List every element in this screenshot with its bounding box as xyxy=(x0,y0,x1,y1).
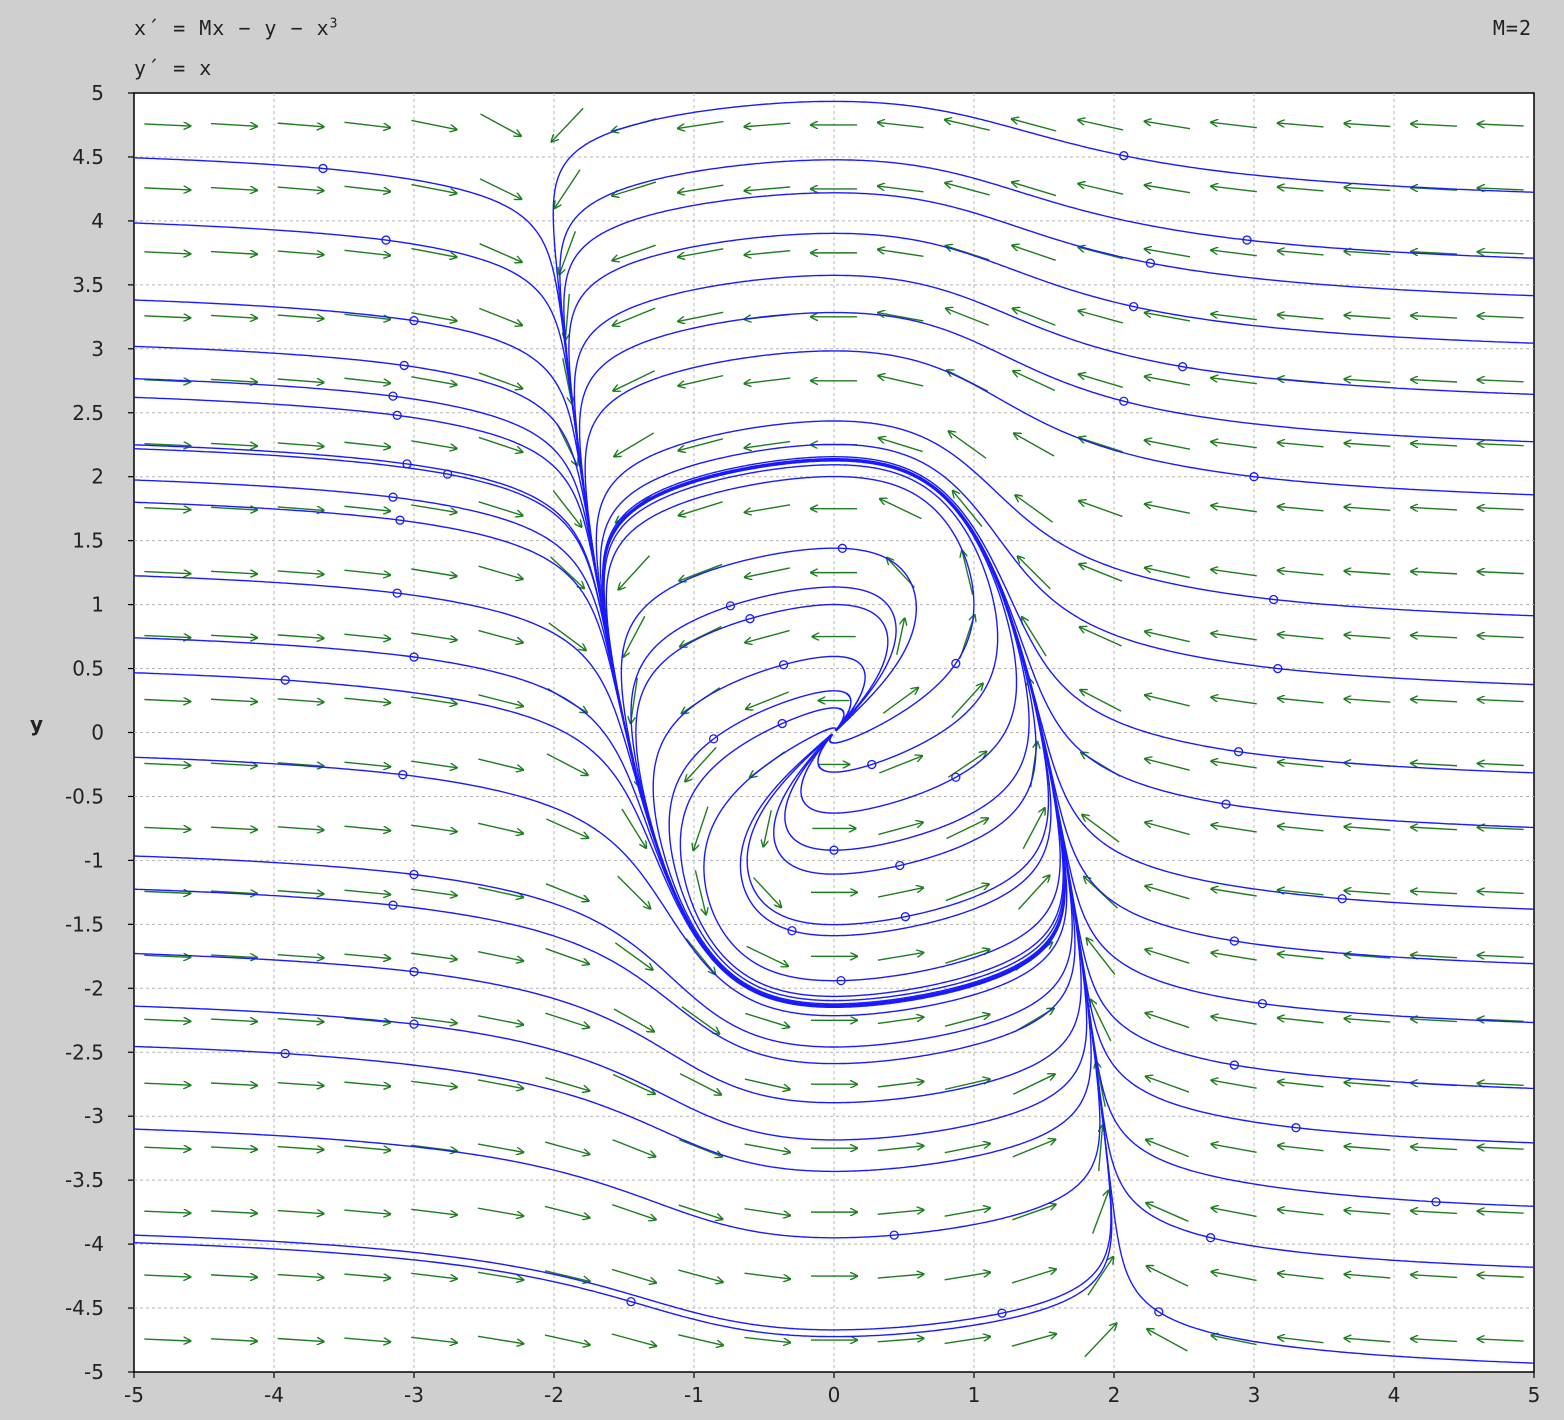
y-tick-label: -3 xyxy=(84,1104,104,1128)
x-tick-label: 3 xyxy=(1248,1383,1261,1407)
y-tick-label: 2 xyxy=(91,465,104,489)
x-tick-label: -1 xyxy=(684,1383,704,1407)
y-tick-label: 2.5 xyxy=(72,401,104,425)
y-tick-label: 4.5 xyxy=(72,145,104,169)
y-tick-label: -3.5 xyxy=(65,1168,104,1192)
phase-plot-window: x´ = Mx − y − x3 y´ = x M=2 y -5 -4 -3 -2 -1… xyxy=(0,0,1564,1420)
x-tick-label: 5 xyxy=(1528,1383,1541,1407)
y-tick-label: 0 xyxy=(91,721,104,745)
y-tick-label: 0.5 xyxy=(72,657,104,681)
x-tick-label: -3 xyxy=(404,1383,424,1407)
x-tick-label: 2 xyxy=(1108,1383,1121,1407)
x-tick-label: 1 xyxy=(968,1383,981,1407)
y-tick-label: -2.5 xyxy=(65,1040,104,1064)
y-tick-label: -4 xyxy=(84,1232,104,1256)
x-tick-label: -5 xyxy=(124,1383,144,1407)
phase-portrait-chart: -5 -4 -3 -2 -1 0 1 2 3 4 5 5 4.5 4 3.5 3 2.5 2 1.5 1 0.5 0 -0… xyxy=(0,0,1564,1420)
y-tick-label: -0.5 xyxy=(65,784,104,808)
x-tick-label: 0 xyxy=(828,1383,841,1407)
y-tick-label: -1.5 xyxy=(65,912,104,936)
x-axis-ticks: -5 -4 -3 -2 -1 0 1 2 3 4 5 xyxy=(124,1372,1540,1407)
y-tick-label: -1 xyxy=(84,848,104,872)
y-tick-label: 5 xyxy=(91,81,104,105)
y-axis-ticks: 5 4.5 4 3.5 3 2.5 2 1.5 1 0.5 0 -0.5 -1 -1.5 -2 -2.5 -3 -… xyxy=(65,81,134,1384)
y-tick-label: 3 xyxy=(91,337,104,361)
y-tick-label: -4.5 xyxy=(65,1296,104,1320)
y-tick-label: -2 xyxy=(84,976,104,1000)
x-tick-label: -2 xyxy=(544,1383,564,1407)
x-tick-label: 4 xyxy=(1388,1383,1401,1407)
y-tick-label: -5 xyxy=(84,1360,104,1384)
y-tick-label: 3.5 xyxy=(72,273,104,297)
x-tick-label: -4 xyxy=(264,1383,284,1407)
y-tick-label: 1 xyxy=(91,593,104,617)
y-tick-label: 4 xyxy=(91,209,104,233)
y-tick-label: 1.5 xyxy=(72,529,104,553)
